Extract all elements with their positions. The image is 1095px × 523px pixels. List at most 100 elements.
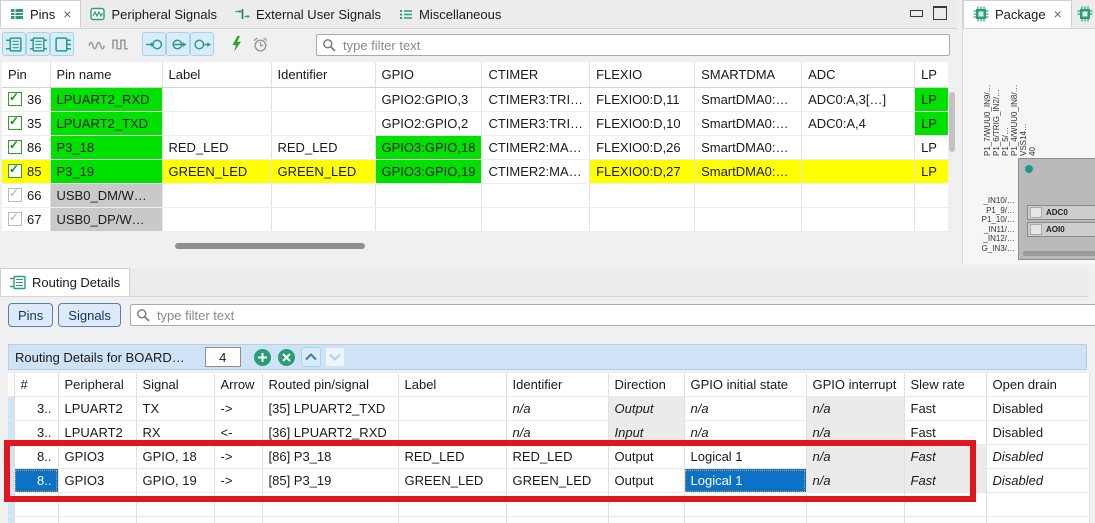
route-number-cell[interactable]: 3.. — [14, 397, 58, 421]
identifier-cell[interactable] — [271, 184, 375, 208]
pin-name-cell[interactable]: USB0_DM/W… — [50, 184, 162, 208]
scrollbar-thumb[interactable] — [175, 243, 365, 249]
gpio-initial-state-cell[interactable]: n/a — [684, 397, 806, 421]
pins-filter-input[interactable] — [316, 34, 950, 56]
gpio-initial-state-cell[interactable]: n/a — [684, 421, 806, 445]
show-routed-pins-button[interactable] — [2, 32, 26, 56]
route-number-cell[interactable]: 8.. — [14, 469, 58, 493]
arrow-cell[interactable]: -> — [214, 469, 262, 493]
open-drain-cell[interactable]: Disabled — [986, 397, 1089, 421]
label-cell[interactable] — [398, 397, 506, 421]
route-number-cell[interactable]: 8.. — [14, 445, 58, 469]
add-route-button[interactable] — [253, 347, 273, 367]
lp-cell[interactable]: LP — [915, 112, 950, 136]
adc-cell[interactable] — [802, 136, 915, 160]
col-gpio-initial-state[interactable]: GPIO initial state — [684, 373, 806, 397]
pin-checkbox[interactable] — [8, 212, 22, 226]
pin-name-cell[interactable]: P3_18 — [50, 136, 162, 160]
flexio-cell[interactable]: FLEXIO0:D,10 — [590, 112, 695, 136]
col-open-drain[interactable]: Open drain — [986, 373, 1089, 397]
direction-cell[interactable]: Output — [608, 445, 684, 469]
routing-count-field[interactable]: 4 — [205, 347, 241, 367]
peripheral-cell[interactable]: LPUART2 — [58, 397, 136, 421]
tab-routing-details[interactable]: Routing Details — [0, 268, 130, 296]
col-routed-pin-signal[interactable]: Routed pin/signal — [262, 373, 398, 397]
label-cell[interactable]: RED_LED — [162, 136, 271, 160]
flexio-cell[interactable]: FLEXIO0:D,26 — [590, 136, 695, 160]
lp-cell[interactable]: LP — [915, 160, 950, 184]
col-label[interactable]: Label — [162, 62, 271, 88]
adc-cell[interactable] — [802, 184, 915, 208]
adc-cell[interactable]: ADC0:A,3[…] — [802, 88, 915, 112]
smartdma-cell[interactable] — [695, 208, 802, 232]
smartdma-cell[interactable]: SmartDMA0:… — [695, 88, 802, 112]
pin-checkbox[interactable] — [8, 188, 22, 202]
slew-rate-cell[interactable]: Fast — [904, 421, 986, 445]
ctimer-cell[interactable]: CTIMER3:TRI… — [482, 112, 590, 136]
pins-vertical-scrollbar[interactable] — [948, 62, 956, 240]
col-smartdma[interactable]: SMARTDMA — [695, 62, 802, 88]
pin-checkbox[interactable] — [8, 164, 22, 178]
peripheral-cell[interactable]: LPUART2 — [58, 421, 136, 445]
show-dedicated-pins-button[interactable] — [50, 32, 74, 56]
delete-route-button[interactable] — [277, 347, 297, 367]
gpio-interrupt-cell[interactable]: n/a — [806, 469, 904, 493]
signal-cell[interactable]: GPIO, 18 — [136, 445, 214, 469]
gpio-cell[interactable]: GPIO2:GPIO,3 — [375, 88, 482, 112]
peripheral-cell[interactable]: GPIO3 — [58, 469, 136, 493]
routed-pin-cell[interactable]: [86] P3_18 — [262, 445, 398, 469]
adc-cell[interactable]: ADC0:A,4 — [802, 112, 915, 136]
slew-rate-cell[interactable]: Fast — [904, 445, 986, 469]
open-drain-cell[interactable]: Disabled — [986, 469, 1089, 493]
signal-cell[interactable]: TX — [136, 397, 214, 421]
pins-horizontal-scrollbar[interactable] — [2, 242, 948, 250]
gpio-cell[interactable] — [375, 208, 482, 232]
label-cell[interactable]: GREEN_LED — [398, 469, 506, 493]
gpio-initial-state-cell[interactable]: Logical 1 — [684, 469, 806, 493]
ctimer-cell[interactable] — [482, 184, 590, 208]
gpio-cell[interactable]: GPIO3:GPIO,19 — [375, 160, 482, 184]
routed-pin-cell[interactable]: [35] LPUART2_TXD — [262, 397, 398, 421]
gpio-interrupt-cell[interactable]: n/a — [806, 397, 904, 421]
show-bidirectional-button[interactable] — [166, 32, 190, 56]
signal-cell[interactable]: RX — [136, 421, 214, 445]
identifier-cell[interactable]: n/a — [506, 421, 608, 445]
col-lp[interactable]: LP — [915, 62, 950, 88]
gpio-cell[interactable] — [375, 184, 482, 208]
route-number-cell[interactable]: 3.. — [14, 421, 58, 445]
ctimer-cell[interactable]: CTIMER2:MA… — [482, 160, 590, 184]
identifier-cell[interactable]: GREEN_LED — [506, 469, 608, 493]
gpio-cell[interactable]: GPIO3:GPIO,18 — [375, 136, 482, 160]
ctimer-cell[interactable]: CTIMER2:MA… — [482, 136, 590, 160]
label-cell[interactable]: RED_LED — [398, 445, 506, 469]
smartdma-cell[interactable]: SmartDMA0:… — [695, 136, 802, 160]
routing-filter-input[interactable] — [130, 304, 1095, 326]
analog-signals-button[interactable] — [84, 32, 108, 56]
label-cell[interactable] — [162, 88, 271, 112]
col-peripheral[interactable]: Peripheral — [58, 373, 136, 397]
col-gpio-interrupt[interactable]: GPIO interrupt — [806, 373, 904, 397]
pin-checkbox[interactable] — [8, 140, 22, 154]
lp-cell[interactable]: LP — [915, 136, 950, 160]
digital-signals-button[interactable] — [108, 32, 132, 56]
col-label[interactable]: Label — [398, 373, 506, 397]
col-slew-rate[interactable]: Slew rate — [904, 373, 986, 397]
col-arrow[interactable]: Arrow — [214, 373, 262, 397]
gpio-initial-state-cell[interactable]: Logical 1 — [684, 445, 806, 469]
signals-scope-button[interactable]: Signals — [58, 303, 121, 327]
peripheral-block[interactable]: AOI0 — [1027, 222, 1095, 237]
identifier-cell[interactable]: RED_LED — [506, 445, 608, 469]
close-icon[interactable]: × — [1054, 6, 1062, 22]
adc-cell[interactable] — [802, 208, 915, 232]
tab-pins[interactable]: Pins × — [0, 0, 81, 28]
col-num[interactable]: # — [14, 373, 58, 397]
package-chip-body[interactable]: ADC0 AOI0 — [1018, 158, 1095, 260]
col-adc[interactable]: ADC — [802, 62, 915, 88]
direction-cell[interactable]: Output — [608, 397, 684, 421]
ctimer-cell[interactable] — [482, 208, 590, 232]
identifier-cell[interactable] — [271, 88, 375, 112]
routed-pin-cell[interactable]: [36] LPUART2_RXD — [262, 421, 398, 445]
gpio-interrupt-cell[interactable]: n/a — [806, 421, 904, 445]
tab-miscellaneous[interactable]: Miscellaneous — [390, 0, 510, 28]
flexio-cell[interactable] — [590, 184, 695, 208]
